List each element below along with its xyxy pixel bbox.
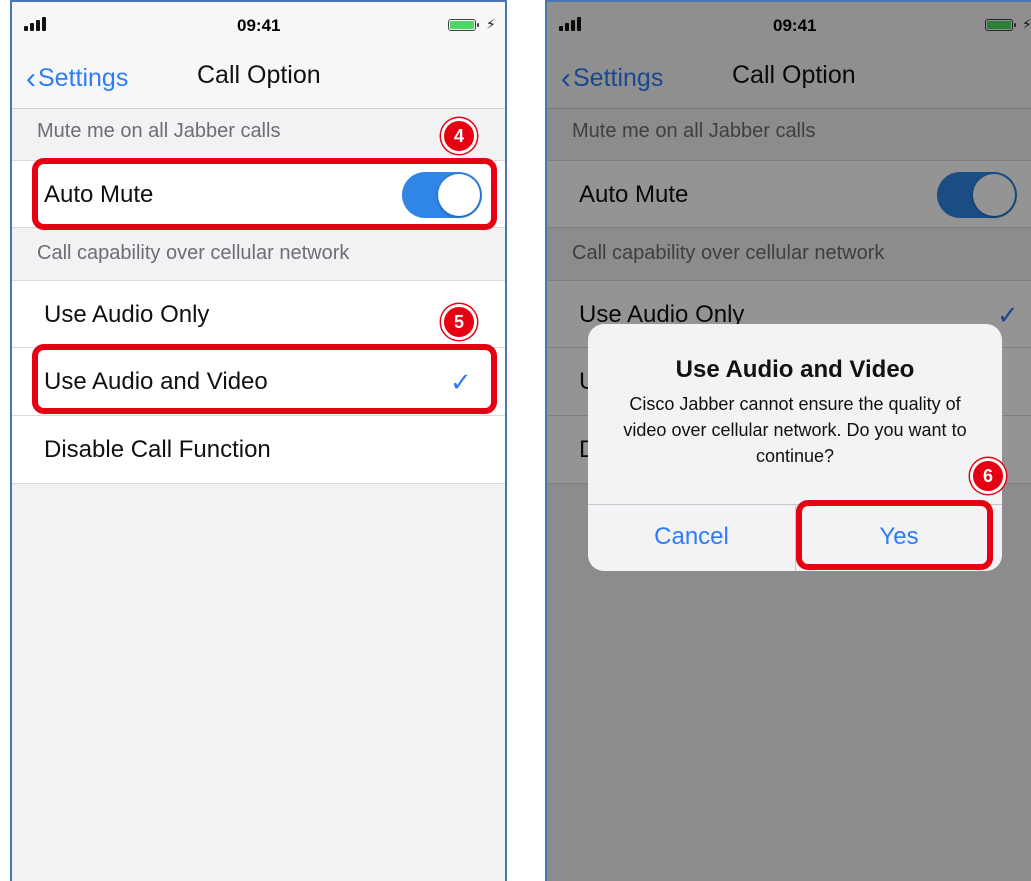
highlight-box-auto-mute [32, 158, 497, 230]
highlight-box-audio-video [32, 344, 497, 414]
phone-screen-right: 09:41 ⚡ ‹Settings Call Option Mute me on… [545, 0, 1031, 881]
battery-icon [448, 19, 479, 31]
phone-screen-left: 09:41 ⚡ ‹Settings Call Option Mute me on… [10, 0, 507, 881]
status-time: 09:41 [237, 16, 281, 35]
step-badge-5: 5 [441, 304, 477, 340]
alert-title: Use Audio and Video [675, 356, 915, 383]
cancel-button[interactable]: Cancel [588, 523, 795, 551]
signal-icon [24, 17, 46, 31]
highlight-box-yes [796, 500, 993, 570]
status-bar: 09:41 ⚡ [12, 2, 505, 50]
step-badge-6: 6 [970, 458, 1006, 494]
option-label: Use Audio Only [44, 301, 210, 328]
chevron-left-icon: ‹ [26, 62, 36, 95]
section-header-mute: Mute me on all Jabber calls [37, 120, 281, 142]
option-audio-only[interactable]: Use Audio Only [12, 280, 505, 348]
back-button[interactable]: ‹Settings [26, 60, 129, 95]
option-disable-call[interactable]: Disable Call Function [12, 416, 505, 484]
charging-icon: ⚡ [486, 16, 496, 32]
page-title: Call Option [197, 61, 321, 89]
step-badge-4: 4 [441, 118, 477, 154]
nav-bar: ‹Settings Call Option [12, 50, 505, 109]
option-label: Disable Call Function [44, 436, 271, 463]
alert-message: Cisco Jabber cannot ensure the quality o… [623, 394, 967, 466]
back-label: Settings [38, 64, 129, 92]
section-header-cellular: Call capability over cellular network [37, 242, 350, 264]
